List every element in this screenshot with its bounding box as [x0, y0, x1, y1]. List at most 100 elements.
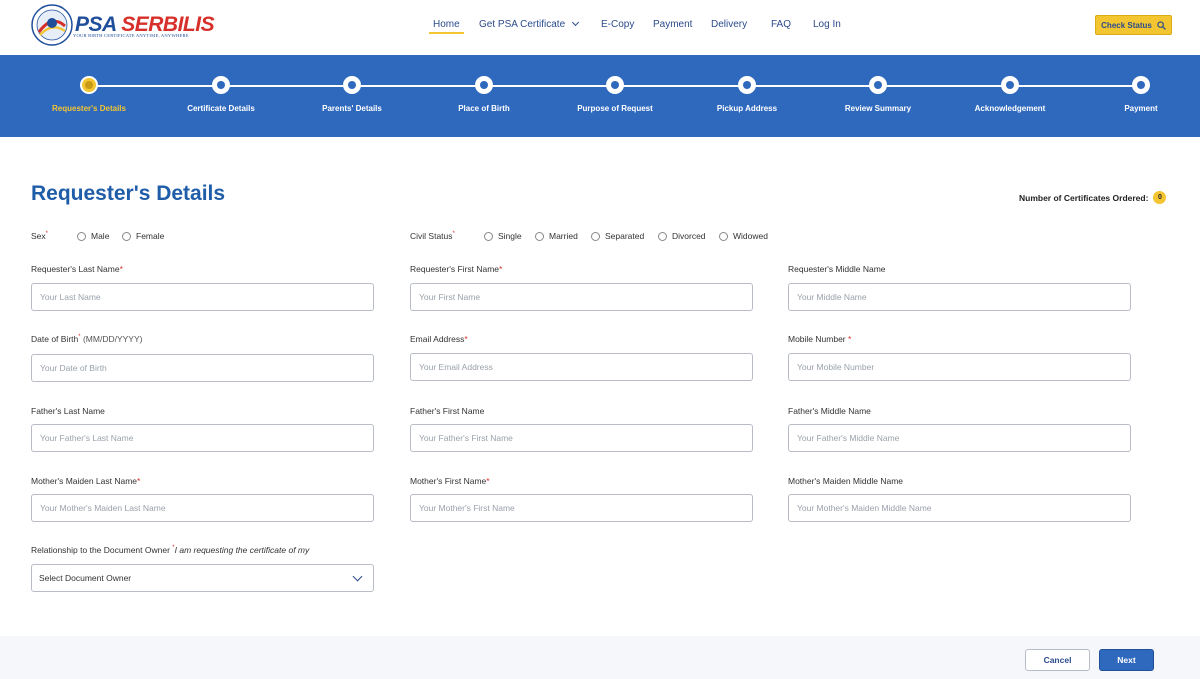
radio-circle[interactable]	[591, 231, 600, 241]
step-acknowledgement[interactable]: Acknowledgement	[940, 55, 1080, 137]
radio-label: Separated	[605, 231, 645, 241]
mobile-label: Mobile Number *	[788, 334, 852, 344]
mother-maiden-middle-name-input[interactable]	[788, 494, 1131, 522]
requester-middle-name-input[interactable]	[788, 283, 1131, 311]
father-middle-name-input[interactable]	[788, 424, 1131, 452]
site-header: PSA SERBILIS YOUR BIRTH CERTIFICATE ANYT…	[0, 0, 1200, 55]
check-status-label: Check Status	[1101, 20, 1152, 30]
cancel-button[interactable]: Cancel	[1025, 649, 1090, 671]
last-name-label: Requester's Last Name*	[31, 264, 123, 274]
radio-civil-married[interactable]: Married	[535, 231, 578, 241]
next-button[interactable]: Next	[1099, 649, 1154, 671]
step-label: Place of Birth	[458, 104, 510, 113]
nav-faq[interactable]: FAQ	[771, 19, 791, 30]
step-dot	[475, 76, 493, 94]
psa-serbilis-logo[interactable]: PSA SERBILIS YOUR BIRTH CERTIFICATE ANYT…	[31, 4, 215, 48]
page-title: Requester's Details	[31, 182, 226, 205]
step-dot	[80, 76, 98, 94]
father-middle-name-label: Father's Middle Name	[788, 406, 871, 416]
step-dot	[606, 76, 624, 94]
step-review-summary[interactable]: Review Summary	[808, 55, 948, 137]
father-last-name-label: Father's Last Name	[31, 406, 105, 416]
step-dot	[869, 76, 887, 94]
radio-label: Single	[498, 231, 522, 241]
step-pickup-address[interactable]: Pickup Address	[677, 55, 817, 137]
certificates-ordered: Number of Certificates Ordered: 0	[1019, 191, 1167, 204]
step-dot	[1132, 76, 1150, 94]
step-label: Parents' Details	[322, 104, 382, 113]
radio-circle[interactable]	[122, 231, 131, 241]
step-label: Certificate Details	[187, 104, 255, 113]
father-first-name-input[interactable]	[410, 424, 753, 452]
mother-middle-name-label: Mother's Maiden Middle Name	[788, 476, 904, 486]
radio-label: Female	[136, 231, 165, 241]
step-label: Requester's Details	[52, 104, 126, 113]
nav-home[interactable]: Home	[429, 19, 464, 34]
step-dot	[1001, 76, 1019, 94]
chevron-down-icon	[572, 18, 580, 27]
date-of-birth-input[interactable]	[31, 354, 374, 382]
mother-maiden-last-name-input[interactable]	[31, 494, 374, 522]
sex-label: Sex*	[31, 231, 48, 241]
step-purpose-of-request[interactable]: Purpose of Request	[545, 55, 685, 137]
mother-last-name-label: Mother's Maiden Last Name*	[31, 476, 141, 486]
middle-name-label: Requester's Middle Name	[788, 264, 886, 274]
father-first-name-label: Father's First Name	[410, 406, 485, 416]
civil-status-label: Civil Status*	[410, 231, 455, 241]
select-value: Select Document Owner	[39, 573, 132, 583]
nav-log-in[interactable]: Log In	[813, 19, 841, 30]
radio-circle[interactable]	[535, 231, 544, 241]
progress-stepper: Requester's Details Certificate Details …	[0, 55, 1200, 137]
document-owner-select[interactable]: Select Document Owner	[31, 564, 374, 592]
radio-label: Widowed	[733, 231, 768, 241]
step-place-of-birth[interactable]: Place of Birth	[414, 55, 554, 137]
logo-tagline: YOUR BIRTH CERTIFICATE ANYTIME, ANYWHERE	[73, 33, 189, 38]
radio-circle[interactable]	[719, 231, 728, 241]
requester-last-name-input[interactable]	[31, 283, 374, 311]
email-label: Email Address*	[410, 334, 468, 344]
radio-circle[interactable]	[484, 231, 493, 241]
nav-e-copy[interactable]: E-Copy	[601, 19, 634, 30]
radio-civil-widowed[interactable]: Widowed	[719, 231, 768, 241]
mother-first-name-input[interactable]	[410, 494, 753, 522]
step-dot	[738, 76, 756, 94]
check-status-button[interactable]: Check Status	[1095, 15, 1172, 35]
dob-label: Date of Birth* (MM/DD/YYYY)	[31, 334, 143, 344]
first-name-label: Requester's First Name*	[410, 264, 503, 274]
radio-circle[interactable]	[77, 231, 86, 241]
radio-label: Divorced	[672, 231, 706, 241]
radio-circle[interactable]	[658, 231, 667, 241]
nav-delivery[interactable]: Delivery	[711, 19, 747, 30]
chevron-down-icon	[352, 571, 363, 582]
step-label: Acknowledgement	[974, 104, 1046, 113]
search-icon	[1157, 20, 1166, 30]
step-dot	[212, 76, 230, 94]
relationship-label: Relationship to the Document Owner *I am…	[31, 545, 310, 555]
step-requesters-details[interactable]: Requester's Details	[19, 55, 159, 137]
psa-seal-icon	[31, 4, 73, 46]
radio-label: Male	[91, 231, 110, 241]
father-last-name-input[interactable]	[31, 424, 374, 452]
step-certificate-details[interactable]: Certificate Details	[151, 55, 291, 137]
nav-payment[interactable]: Payment	[653, 19, 692, 30]
nav-get-psa-certificate[interactable]: Get PSA Certificate	[479, 18, 580, 30]
step-payment[interactable]: Payment	[1071, 55, 1200, 137]
step-label: Review Summary	[844, 104, 912, 113]
step-parents-details[interactable]: Parents' Details	[282, 55, 422, 137]
radio-civil-divorced[interactable]: Divorced	[658, 231, 706, 241]
email-input[interactable]	[410, 353, 753, 381]
requester-first-name-input[interactable]	[410, 283, 753, 311]
step-label: Pickup Address	[716, 104, 778, 113]
mobile-number-input[interactable]	[788, 353, 1131, 381]
step-label: Payment	[1124, 104, 1158, 113]
radio-civil-single[interactable]: Single	[484, 231, 522, 241]
cert-count-badge: 0	[1153, 191, 1167, 204]
radio-label: Married	[549, 231, 578, 241]
mother-first-name-label: Mother's First Name*	[410, 476, 490, 486]
cert-count-label: Number of Certificates Ordered:	[1019, 192, 1149, 203]
step-label: Purpose of Request	[577, 104, 653, 113]
form-footer	[0, 636, 1200, 679]
radio-sex-female[interactable]: Female	[122, 231, 164, 241]
radio-sex-male[interactable]: Male	[77, 231, 109, 241]
radio-civil-separated[interactable]: Separated	[591, 231, 644, 241]
